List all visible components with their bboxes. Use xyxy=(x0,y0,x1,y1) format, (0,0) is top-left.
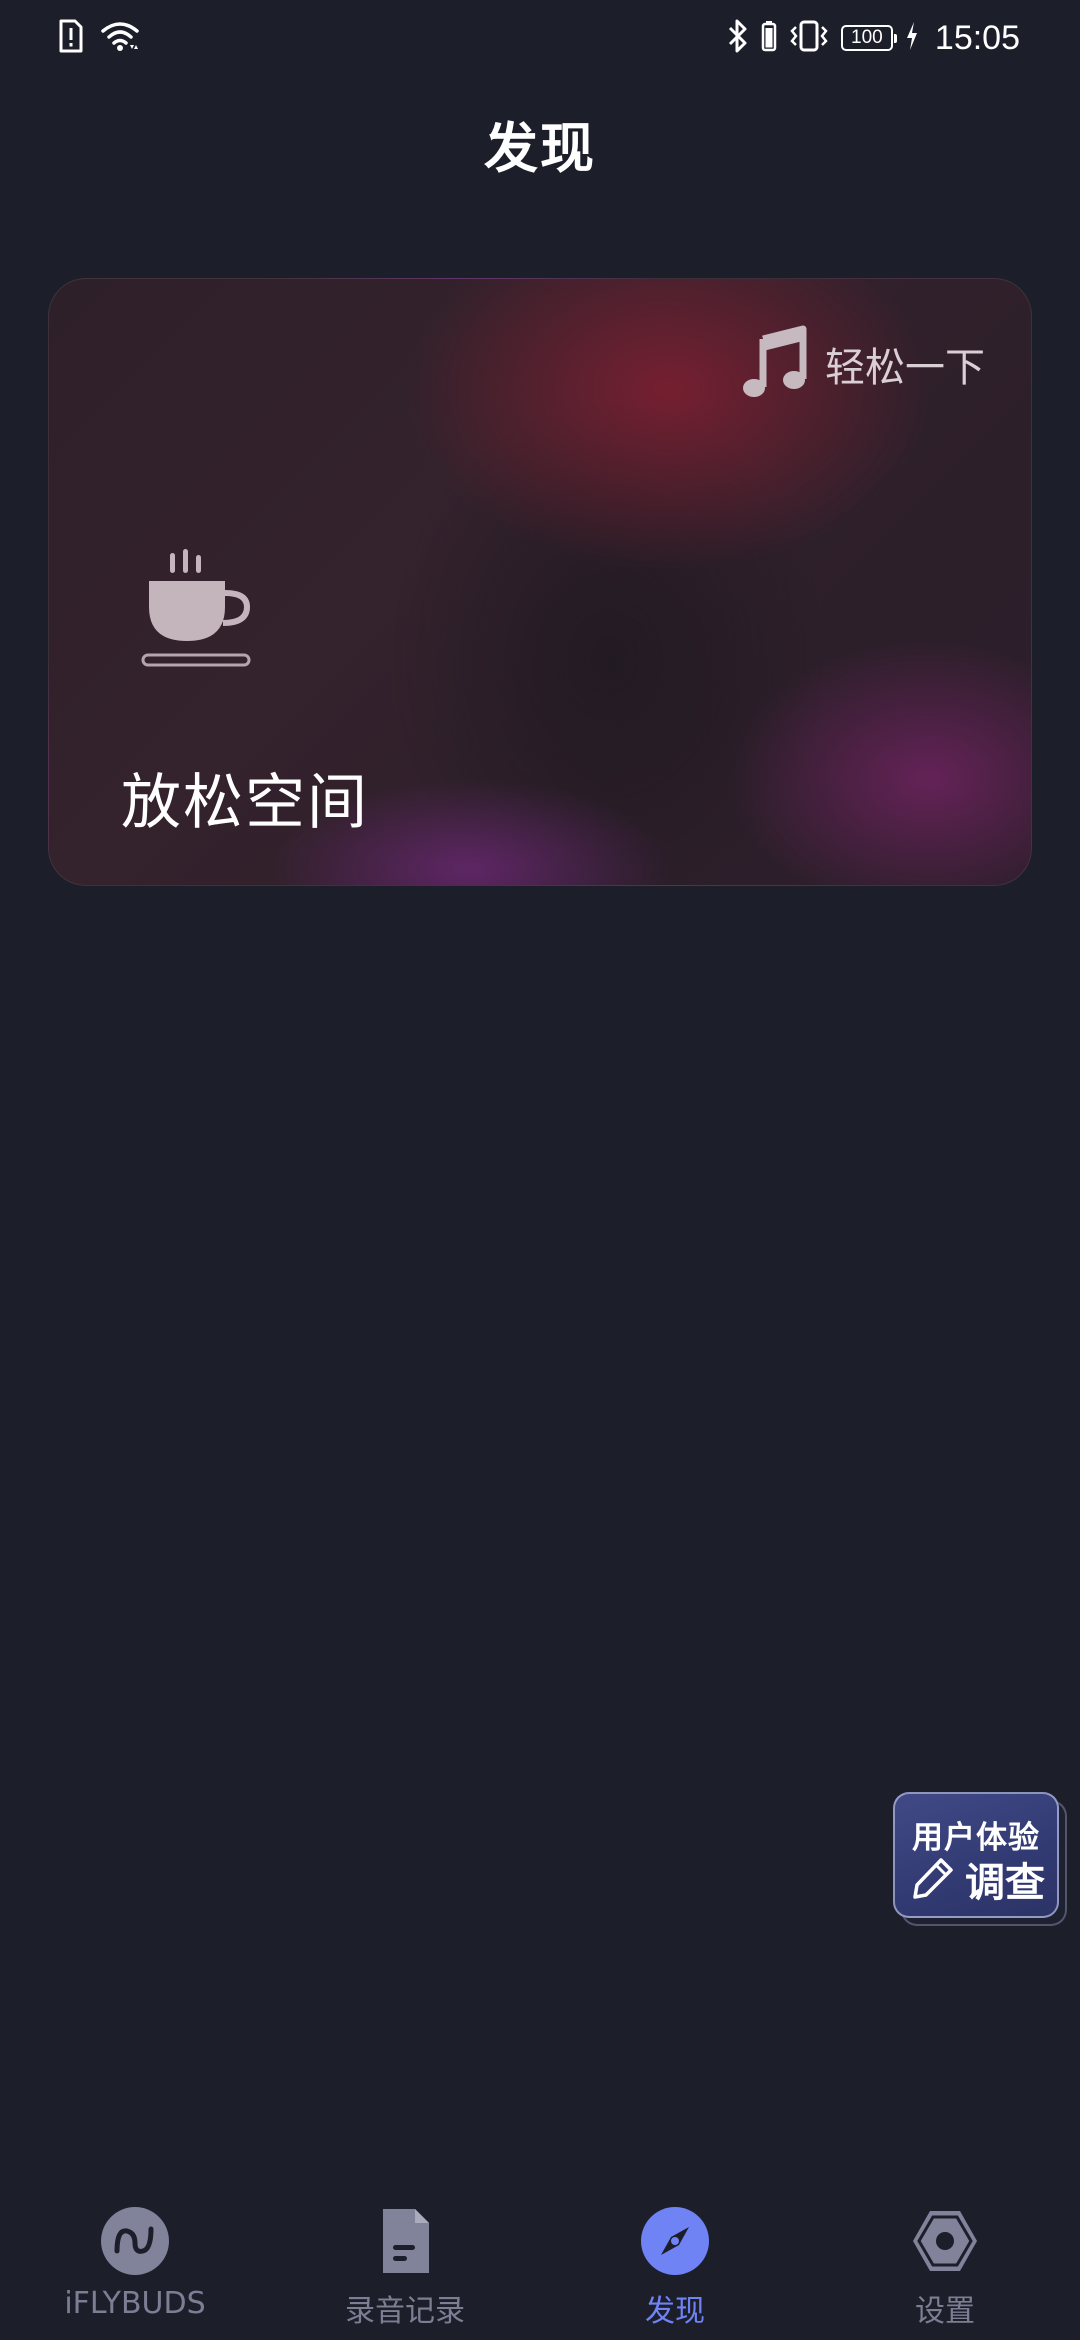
wifi-icon xyxy=(100,19,140,57)
nav-item-recordings[interactable]: 录音记录 xyxy=(270,2190,540,2340)
battery-level: 100 xyxy=(851,27,883,48)
status-bar: 100 15:05 xyxy=(0,0,1080,76)
nav-item-settings[interactable]: 设置 xyxy=(810,2190,1080,2340)
music-note-icon xyxy=(741,325,807,403)
card-tag-label: 轻松一下 xyxy=(825,345,985,391)
vibrate-icon xyxy=(789,19,829,57)
coffee-cup-icon xyxy=(137,549,267,669)
relax-space-card[interactable]: 轻松一下 放松空间 xyxy=(48,278,1032,886)
nav-item-discover[interactable]: 发现 xyxy=(540,2190,810,2340)
nav-item-iflybuds[interactable]: iFLYBUDS xyxy=(0,2190,270,2340)
charging-icon xyxy=(905,21,919,55)
nav-label-iflybuds: iFLYBUDS xyxy=(64,2286,206,2321)
survey-line2: 调查 xyxy=(965,1860,1045,1906)
page-title: 发现 xyxy=(484,117,596,180)
iflybuds-icon xyxy=(101,2207,169,2275)
sim-alert-icon xyxy=(58,19,84,57)
card-tag: 轻松一下 xyxy=(741,325,985,403)
discover-page: 100 15:05 发现 轻松一下 放松空间 用户体验 调查 iFLYBUDS … xyxy=(0,0,1080,2340)
status-time: 15:05 xyxy=(934,18,1020,57)
nav-label-discover: 发现 xyxy=(645,2294,705,2329)
status-right: 100 15:05 xyxy=(727,16,1020,60)
headset-battery-icon xyxy=(761,20,777,56)
nav-label-recordings: 录音记录 xyxy=(345,2294,465,2329)
user-survey-button[interactable]: 用户体验 调查 xyxy=(893,1792,1059,1918)
bluetooth-icon xyxy=(727,18,749,58)
card-title: 放松空间 xyxy=(121,768,369,838)
document-icon xyxy=(371,2207,439,2275)
settings-hexagon-icon xyxy=(911,2207,979,2275)
compass-icon xyxy=(641,2207,709,2275)
bottom-nav: iFLYBUDS 录音记录 发现 设置 xyxy=(0,2190,1080,2340)
nav-label-settings: 设置 xyxy=(915,2294,975,2329)
pencil-icon xyxy=(911,1856,955,1900)
battery-icon: 100 xyxy=(840,25,897,51)
status-left xyxy=(58,18,140,58)
